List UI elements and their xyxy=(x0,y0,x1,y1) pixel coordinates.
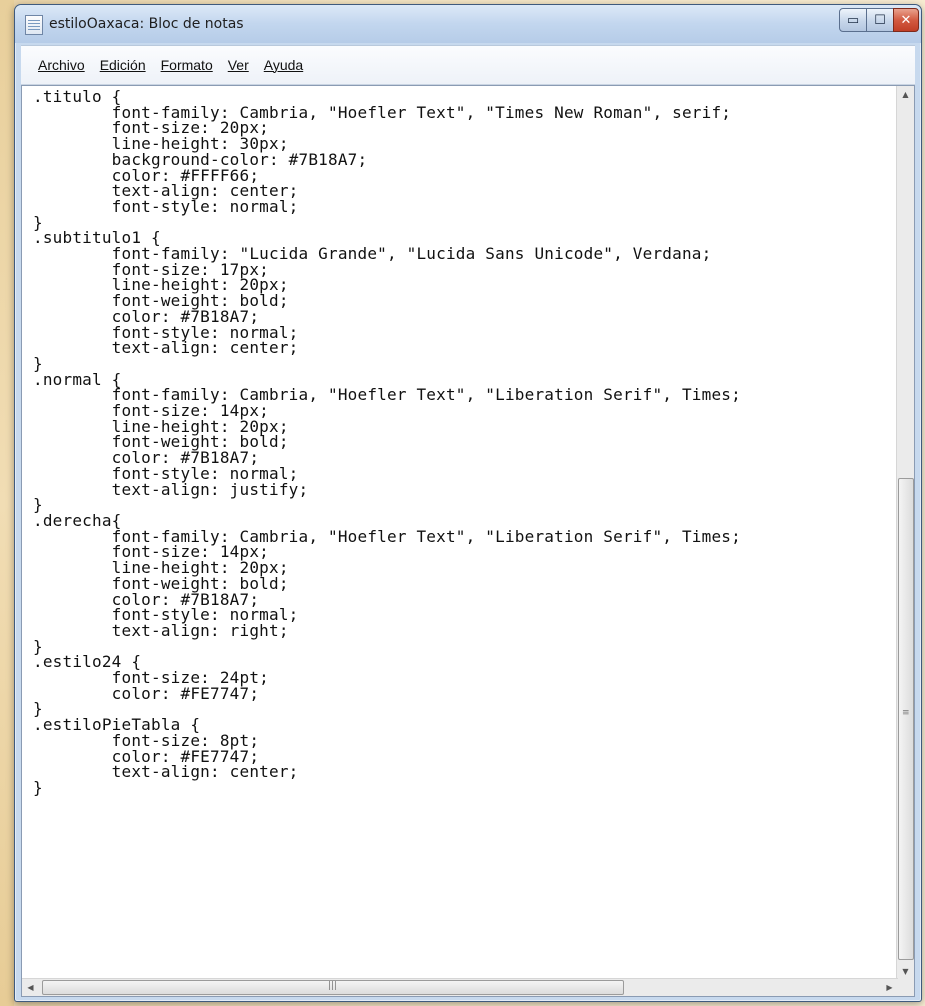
code-line: } xyxy=(33,777,43,797)
horizontal-scroll-thumb[interactable]: ||| xyxy=(42,980,624,995)
code-line: color: #FE7747; xyxy=(33,683,260,703)
code-line: } xyxy=(33,353,43,373)
maximize-icon: ☐ xyxy=(874,12,886,28)
code-line: text-align: right; xyxy=(33,620,289,640)
close-button[interactable]: ✕ xyxy=(893,8,919,32)
menu-ver[interactable]: Ver xyxy=(228,57,249,73)
minimize-button[interactable]: ▭ xyxy=(839,8,867,32)
close-icon: ✕ xyxy=(900,12,912,28)
menu-edicion[interactable]: Edición xyxy=(100,57,146,73)
menu-formato[interactable]: Formato xyxy=(161,57,213,73)
scroll-right-icon[interactable]: ▶ xyxy=(881,979,898,996)
desktop-background xyxy=(0,0,14,1006)
code-line: text-align: center; xyxy=(33,338,299,358)
vertical-scroll-thumb[interactable]: ≡ xyxy=(898,478,914,960)
notepad-icon xyxy=(25,15,43,35)
grip-icon: ||| xyxy=(328,981,338,991)
scroll-up-icon[interactable]: ▲ xyxy=(897,86,914,103)
editor-text[interactable]: .titulo { font-family: Cambria, "Hoefler… xyxy=(33,89,741,796)
menu-ayuda[interactable]: Ayuda xyxy=(264,57,303,73)
minimize-icon: ▭ xyxy=(846,12,860,28)
grip-icon: ≡ xyxy=(902,708,910,718)
notepad-window: estiloOaxaca: Bloc de notas ▭ ☐ ✕ Archiv… xyxy=(14,4,922,1002)
menu-bar: Archivo Edición Formato Ver Ayuda xyxy=(21,45,915,85)
scroll-down-icon[interactable]: ▼ xyxy=(897,963,914,980)
code-line: text-align: justify; xyxy=(33,479,309,499)
horizontal-scrollbar[interactable]: ◀ ||| ▶ xyxy=(22,978,898,996)
maximize-button[interactable]: ☐ xyxy=(866,8,894,32)
title-bar[interactable]: estiloOaxaca: Bloc de notas ▭ ☐ ✕ xyxy=(15,5,921,43)
code-line: font-style: normal; xyxy=(33,196,299,216)
menu-archivo[interactable]: Archivo xyxy=(38,57,85,73)
code-line: text-align: center; xyxy=(33,762,299,782)
window-title: estiloOaxaca: Bloc de notas xyxy=(49,16,244,32)
vertical-scrollbar[interactable]: ▲ ≡ ▼ xyxy=(896,86,914,980)
code-line: } xyxy=(33,495,43,515)
text-editor[interactable]: .titulo { font-family: Cambria, "Hoefler… xyxy=(21,85,915,997)
scrollbar-corner xyxy=(897,979,914,996)
scroll-left-icon[interactable]: ◀ xyxy=(22,979,39,996)
